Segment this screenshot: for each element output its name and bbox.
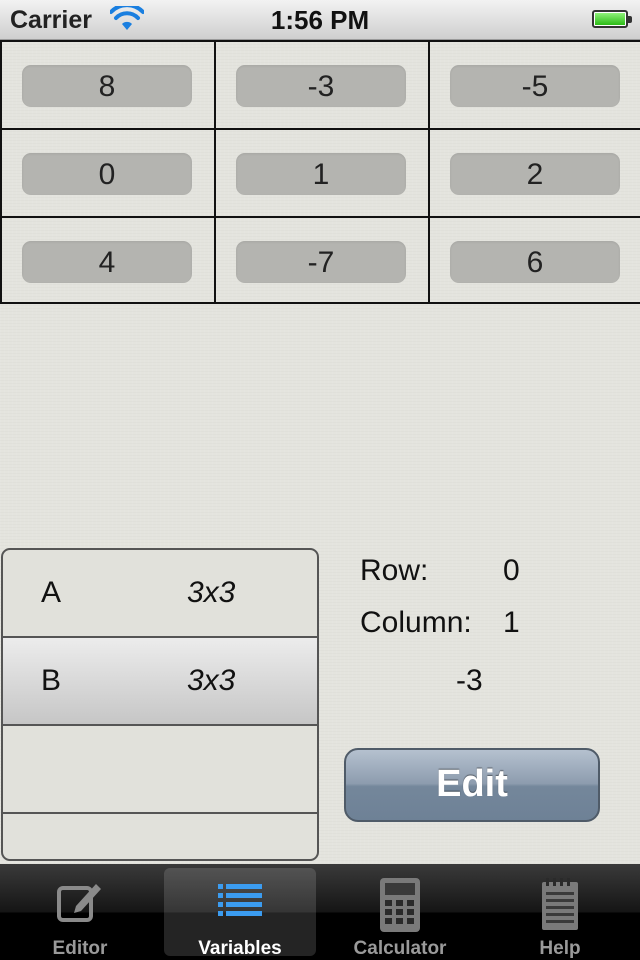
variable-row-a[interactable]: A 3x3 — [3, 550, 317, 638]
matrix-cell[interactable]: -3 — [214, 42, 428, 129]
grid-divider — [214, 42, 216, 304]
matrix-cell-value[interactable]: 8 — [22, 65, 192, 107]
clock: 1:56 PM — [270, 5, 370, 35]
variable-dimensions: 3x3 — [187, 576, 236, 609]
matrix-cell-value[interactable]: -5 — [450, 65, 620, 107]
grid-divider — [428, 42, 430, 304]
matrix-cell[interactable]: 6 — [428, 218, 640, 305]
list-icon — [218, 884, 262, 916]
variable-dimensions: 3x3 — [187, 664, 236, 697]
tab-label: Calculator — [353, 938, 447, 959]
grid-divider — [0, 42, 2, 304]
status-bar: Carrier 1:56 PM — [0, 0, 640, 40]
matrix-cell[interactable]: 8 — [0, 42, 214, 129]
matrix-cell-value[interactable]: -7 — [236, 241, 406, 283]
variable-row-b[interactable]: B 3x3 — [3, 638, 317, 726]
column-label: Column: — [360, 606, 472, 639]
tab-label: Help — [539, 938, 581, 959]
matrix-cell-value[interactable]: 0 — [22, 153, 192, 195]
matrix-cell-value[interactable]: 1 — [236, 153, 406, 195]
tab-label: Variables — [198, 938, 282, 959]
grid-divider — [0, 216, 640, 218]
battery-icon — [592, 10, 632, 28]
tab-label: Editor — [52, 938, 108, 959]
notepad-icon — [542, 878, 578, 930]
matrix-cell[interactable]: 1 — [214, 130, 428, 217]
grid-divider — [0, 128, 640, 130]
variable-row-empty[interactable] — [3, 814, 317, 859]
tab-variables[interactable]: Variables — [164, 868, 316, 959]
matrix-cell[interactable]: 2 — [428, 130, 640, 217]
matrix-cell[interactable]: -5 — [428, 42, 640, 129]
cell-value: -3 — [456, 664, 483, 697]
tab-editor[interactable]: Editor — [4, 868, 156, 959]
matrix-cell[interactable]: -7 — [214, 218, 428, 305]
row-value: 0 — [503, 554, 520, 587]
matrix-cell[interactable]: 4 — [0, 218, 214, 305]
tab-help[interactable]: Help — [484, 868, 636, 959]
matrix-cell[interactable]: 0 — [0, 130, 214, 217]
variable-row-empty[interactable] — [3, 726, 317, 814]
tab-bar: Editor Variables Calculator Help — [0, 864, 640, 960]
variables-list: A 3x3 B 3x3 — [1, 548, 319, 861]
column-value: 1 — [503, 606, 520, 639]
matrix-cell-value[interactable]: 2 — [450, 153, 620, 195]
edit-button[interactable]: Edit — [344, 748, 600, 822]
variable-name: B — [41, 664, 62, 697]
row-label: Row: — [360, 554, 429, 587]
calculator-icon — [380, 878, 420, 932]
matrix-grid: 8 -3 -5 0 1 2 4 -7 6 — [0, 40, 640, 304]
matrix-cell-value[interactable]: -3 — [236, 65, 406, 107]
tab-calculator[interactable]: Calculator — [324, 868, 476, 959]
matrix-cell-value[interactable]: 6 — [450, 241, 620, 283]
variable-name: A — [41, 576, 62, 609]
matrix-cell-value[interactable]: 4 — [22, 241, 192, 283]
pencil-compose-icon — [57, 884, 101, 922]
